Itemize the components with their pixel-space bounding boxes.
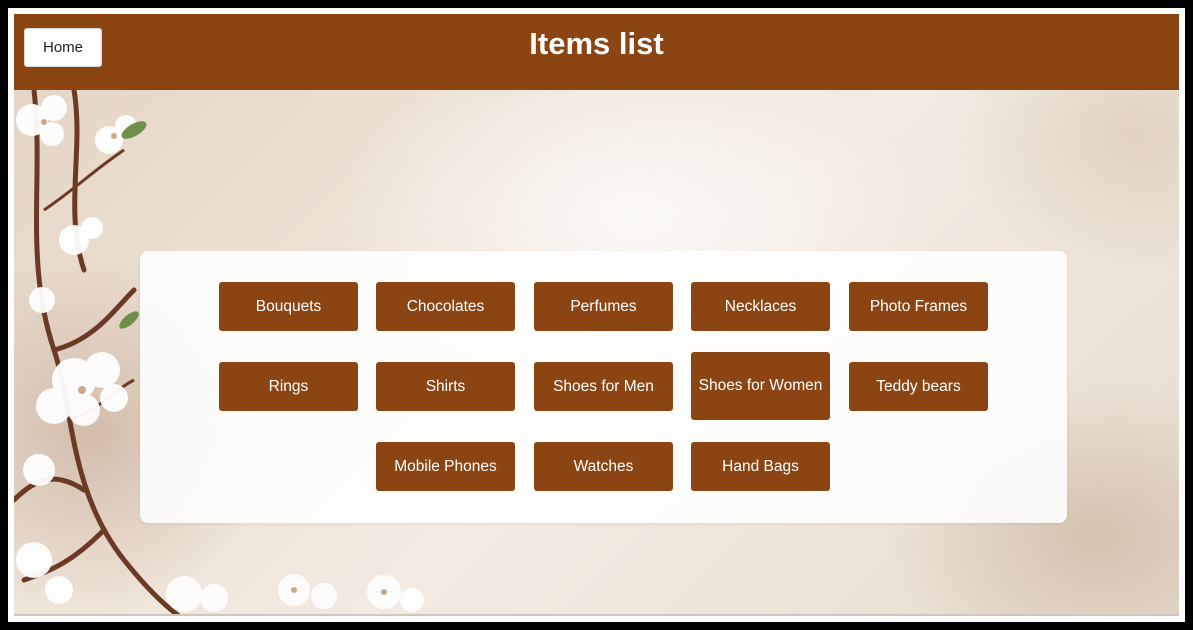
page-viewport: Home Items list Bouquets Chocolates Perf… — [14, 14, 1179, 616]
item-button-shoes-for-women[interactable]: Shoes for Women — [691, 352, 830, 420]
item-button-bouquets[interactable]: Bouquets — [219, 282, 358, 331]
app-header: Home Items list — [14, 14, 1179, 90]
item-button-rings[interactable]: Rings — [219, 362, 358, 411]
item-button-photo-frames[interactable]: Photo Frames — [849, 282, 988, 331]
item-button-mobile-phones[interactable]: Mobile Phones — [376, 442, 515, 491]
item-button-teddy-bears[interactable]: Teddy bears — [849, 362, 988, 411]
item-button-chocolates[interactable]: Chocolates — [376, 282, 515, 331]
item-button-perfumes[interactable]: Perfumes — [534, 282, 673, 331]
item-button-shirts[interactable]: Shirts — [376, 362, 515, 411]
item-button-shoes-for-men[interactable]: Shoes for Men — [534, 362, 673, 411]
viewport-bottom-edge — [14, 614, 1179, 616]
item-button-necklaces[interactable]: Necklaces — [691, 282, 830, 331]
page-title: Items list — [529, 26, 664, 61]
items-card: Bouquets Chocolates Perfumes Necklaces P… — [140, 251, 1067, 523]
browser-frame: Home Items list Bouquets Chocolates Perf… — [8, 8, 1185, 622]
item-button-hand-bags[interactable]: Hand Bags — [691, 442, 830, 491]
item-button-watches[interactable]: Watches — [534, 442, 673, 491]
blossom-cluster-icon — [166, 574, 424, 612]
